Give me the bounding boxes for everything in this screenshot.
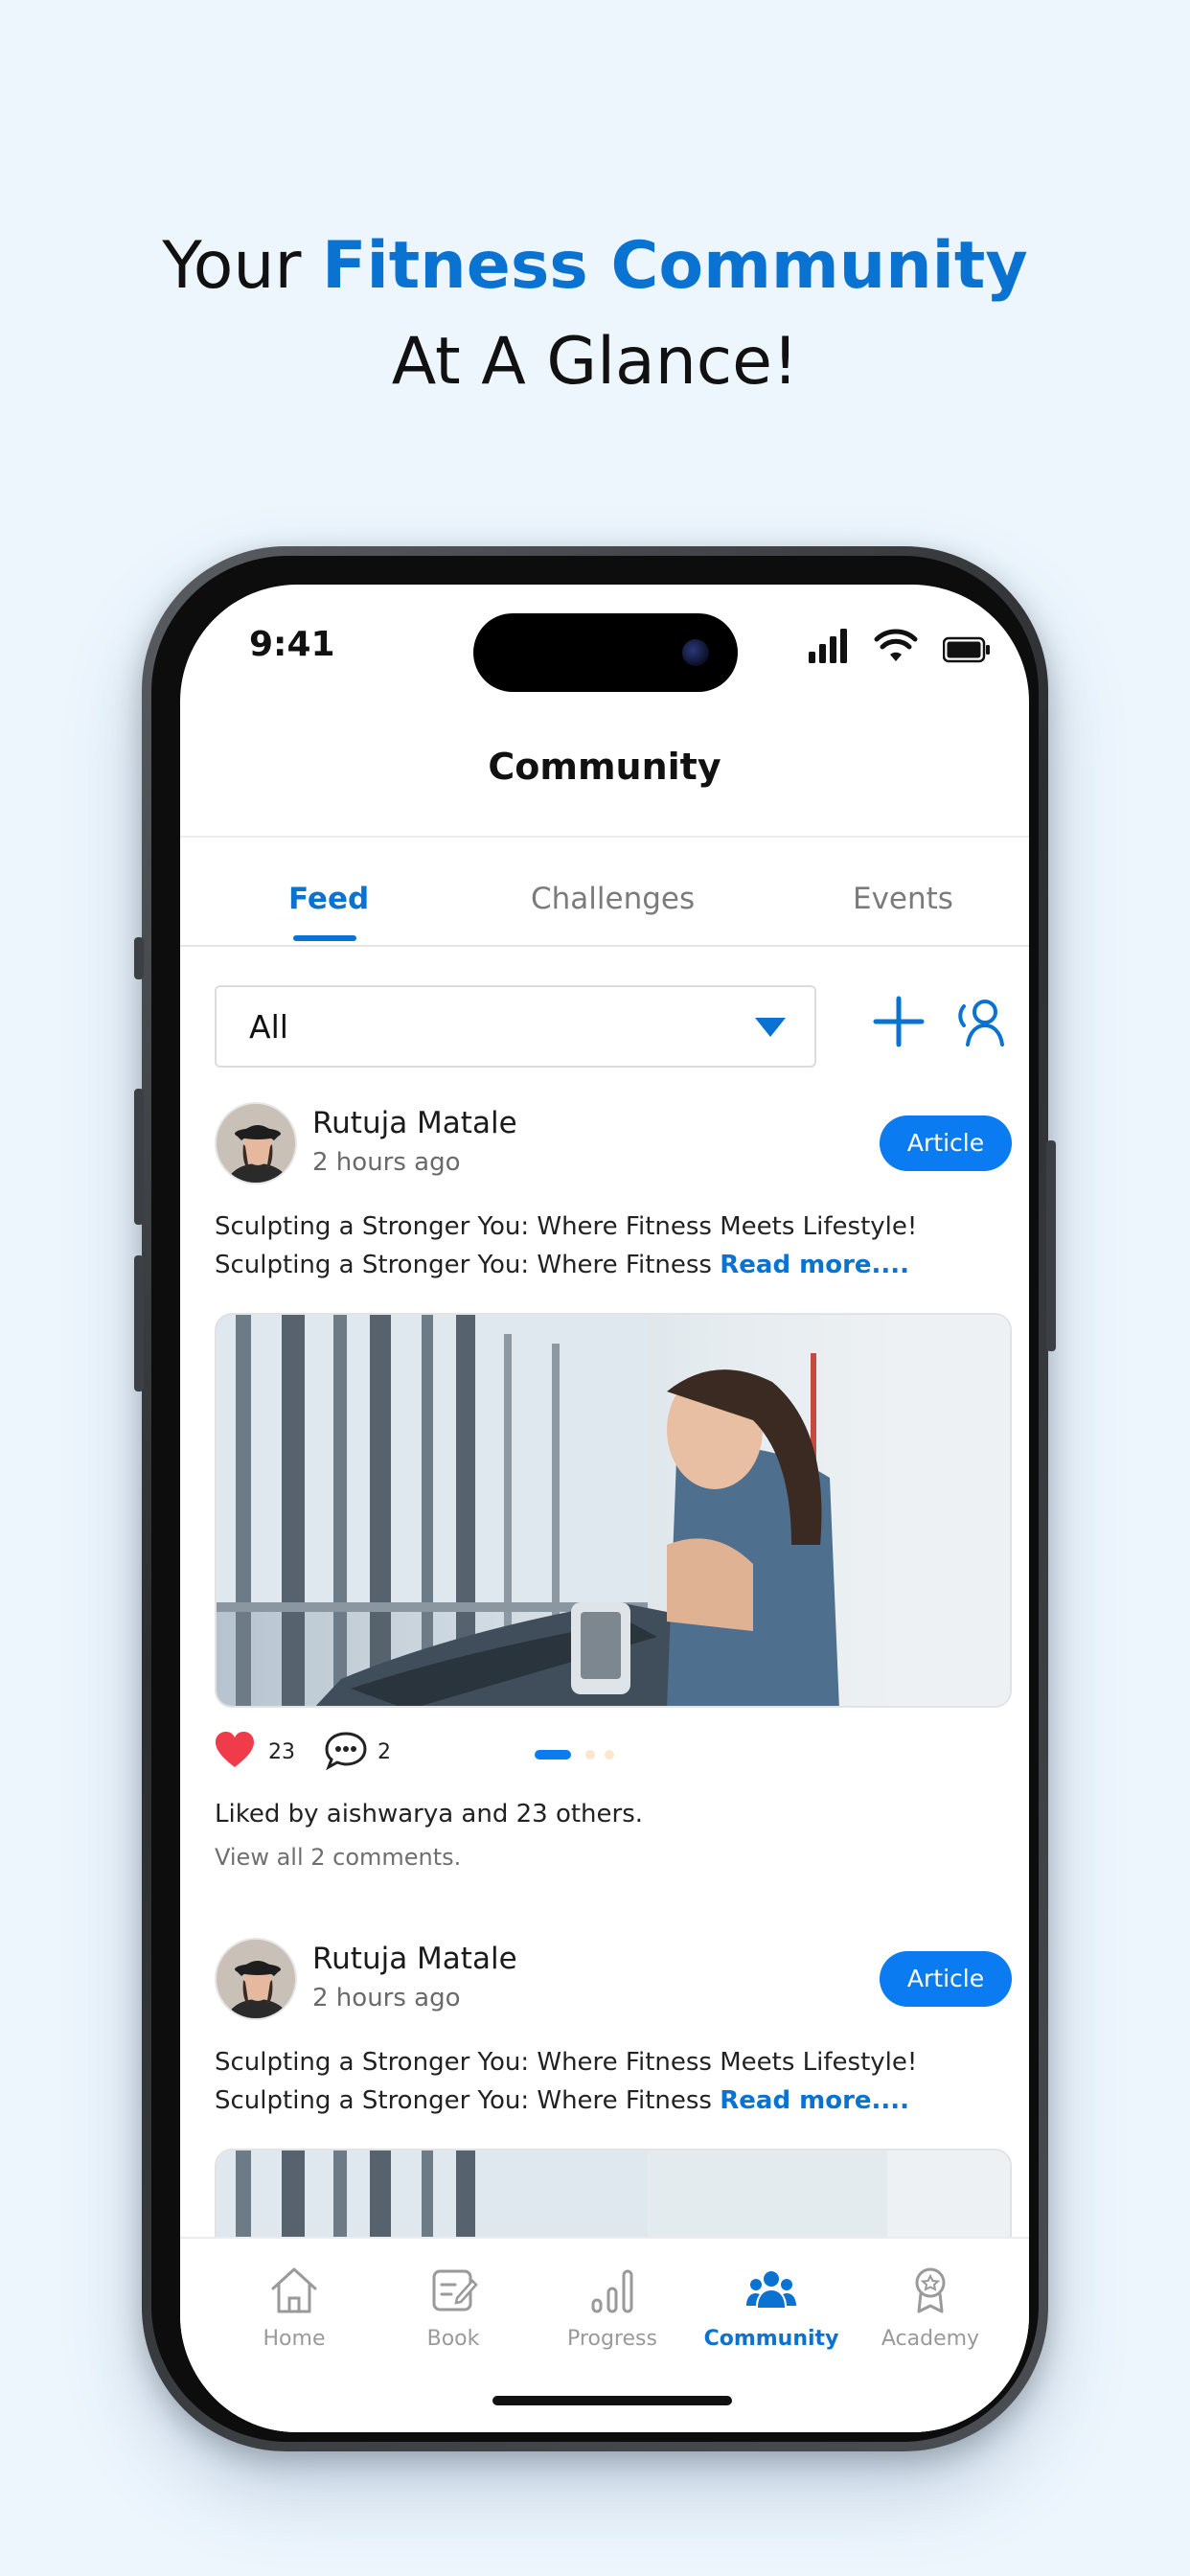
post-text-line: Sculpting a Stronger You: Where Fitness xyxy=(215,1251,712,1279)
volume-up-button xyxy=(134,1089,144,1225)
user-search-icon[interactable] xyxy=(956,995,1010,1048)
view-comments-link[interactable]: View all 2 comments. xyxy=(215,1844,461,1871)
camera-icon xyxy=(682,639,709,666)
comment-count: 2 xyxy=(378,1740,391,1764)
avatar[interactable] xyxy=(215,1938,297,2020)
post-text-line: Sculpting a Stronger You: Where Fitness … xyxy=(215,2048,918,2077)
action-button xyxy=(134,937,144,979)
comment-icon[interactable] xyxy=(324,1731,368,1771)
book-icon xyxy=(432,2269,478,2312)
article-badge[interactable]: Article xyxy=(880,1951,1012,2007)
volume-down-button xyxy=(134,1255,144,1392)
status-time: 9:41 xyxy=(249,625,335,664)
status-bar: 9:41 xyxy=(180,585,1029,700)
signal-icon xyxy=(809,629,847,663)
active-tab-indicator xyxy=(293,935,356,941)
filter-dropdown[interactable]: All xyxy=(215,985,816,1068)
academy-icon xyxy=(915,2267,946,2313)
home-icon xyxy=(271,2267,317,2313)
headline-suffix: At A Glance! xyxy=(391,324,799,400)
nav-community[interactable]: Community xyxy=(692,2266,851,2351)
like-count: 23 xyxy=(268,1740,295,1764)
headline-accent: Fitness Community xyxy=(322,228,1028,304)
feed-post: Rutuja Matale 2 hours ago Article Sculpt… xyxy=(180,1102,1029,1888)
nav-academy[interactable]: Academy xyxy=(851,2266,1010,2351)
post-timestamp: 2 hours ago xyxy=(312,1984,461,2012)
avatar[interactable] xyxy=(215,1102,297,1184)
tabs-divider xyxy=(180,945,1029,947)
nav-home[interactable]: Home xyxy=(215,2266,374,2351)
read-more-link[interactable]: Read more.... xyxy=(720,1251,909,1279)
headline-prefix: Your xyxy=(162,228,323,304)
post-image[interactable] xyxy=(215,1313,1012,1708)
power-button xyxy=(1046,1140,1056,1351)
dynamic-island xyxy=(473,613,738,692)
nav-label: Progress xyxy=(567,2327,657,2351)
tab-feed[interactable]: Feed xyxy=(288,882,369,916)
add-post-button[interactable] xyxy=(872,995,926,1048)
progress-icon xyxy=(591,2269,633,2313)
nav-label: Book xyxy=(426,2327,480,2351)
post-actions: 23 2 xyxy=(215,1731,1010,1775)
headline: Your Fitness Community At A Glance! xyxy=(0,218,1190,410)
nav-book[interactable]: Book xyxy=(374,2266,533,2351)
post-timestamp: 2 hours ago xyxy=(312,1148,461,1177)
nav-label: Community xyxy=(703,2327,839,2351)
header-divider xyxy=(180,836,1029,838)
tab-challenges[interactable]: Challenges xyxy=(531,882,695,916)
tab-events[interactable]: Events xyxy=(853,882,953,916)
phone-bezel: 9:41 Community Feed Challenges Events Al… xyxy=(151,556,1039,2442)
nav-label: Home xyxy=(263,2327,326,2351)
home-indicator[interactable] xyxy=(492,2396,732,2405)
community-icon xyxy=(746,2271,796,2308)
chevron-down-icon xyxy=(755,1018,786,1037)
liked-by-text: Liked by aishwarya and 23 others. xyxy=(215,1800,644,1828)
phone-frame: 9:41 Community Feed Challenges Events Al… xyxy=(134,546,1056,2451)
wifi-icon xyxy=(874,629,918,661)
post-author[interactable]: Rutuja Matale xyxy=(312,1942,517,1976)
tab-bar: Feed Challenges Events xyxy=(180,843,1029,945)
post-text: Sculpting a Stronger You: Where Fitness … xyxy=(215,1208,1010,1284)
post-author[interactable]: Rutuja Matale xyxy=(312,1106,517,1140)
nav-label: Academy xyxy=(881,2327,980,2351)
screen: 9:41 Community Feed Challenges Events Al… xyxy=(180,585,1029,2432)
heart-icon[interactable] xyxy=(215,1731,255,1769)
page-title: Community xyxy=(488,746,721,788)
post-text-line: Sculpting a Stronger You: Where Fitness xyxy=(215,2086,712,2115)
article-badge[interactable]: Article xyxy=(880,1116,1012,1171)
read-more-link[interactable]: Read more.... xyxy=(720,2086,909,2115)
nav-progress[interactable]: Progress xyxy=(533,2266,692,2351)
post-text-line: Sculpting a Stronger You: Where Fitness … xyxy=(215,1212,918,1241)
status-icons xyxy=(809,629,991,663)
feed-post: Rutuja Matale 2 hours ago Article Sculpt… xyxy=(180,1938,1029,2432)
carousel-indicator xyxy=(535,1750,614,1760)
filter-selected-value: All xyxy=(249,1008,288,1046)
battery-icon xyxy=(943,636,990,663)
post-text: Sculpting a Stronger You: Where Fitness … xyxy=(215,2043,1010,2120)
